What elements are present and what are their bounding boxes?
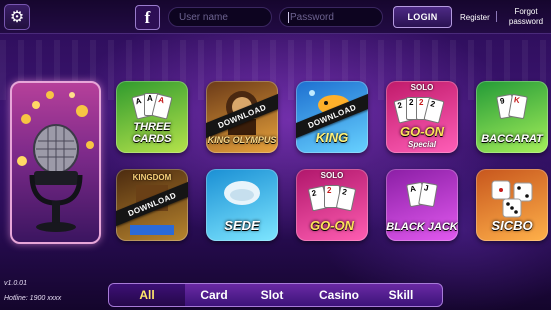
tab-all[interactable]: All [109, 284, 185, 306]
username-input[interactable]: User name [168, 7, 272, 27]
game-tile-kingdom[interactable]: KINGDOM DOWNLOAD [116, 169, 188, 241]
playing-cards-icon: 2 2 2 [296, 183, 368, 213]
password-placeholder: Password [290, 12, 334, 23]
playing-cards-icon: 2 2 2 2 [386, 95, 458, 125]
settings-button[interactable]: ⚙ [4, 4, 30, 30]
username-placeholder: User name [179, 12, 228, 23]
playing-cards-icon: A A A [116, 91, 188, 121]
game-title: GO-ON [399, 124, 445, 139]
game-title: KING OLYMPUS [207, 135, 277, 145]
tab-casino[interactable]: Casino [301, 284, 377, 306]
facebook-icon: f [144, 7, 151, 27]
game-tile-three-cards[interactable]: A A A THREE CARDS [116, 81, 188, 153]
password-input[interactable]: Password [279, 7, 383, 27]
game-title: GO-ON [309, 218, 355, 233]
game-title: BACCARAT [481, 133, 543, 145]
hotline-label: Hotline: 1900 xxxx [4, 295, 62, 302]
solo-label: SOLO [320, 171, 344, 180]
game-tile-sede[interactable]: SEDE [206, 169, 278, 241]
top-bar: ⚙ f User name Password LOGIN Register Fo… [0, 0, 551, 34]
version-label: v1.0.01 [4, 280, 27, 287]
tab-skill[interactable]: Skill [377, 284, 425, 306]
category-nav: All Card Slot Casino Skill [108, 283, 443, 307]
game-tile-sicbo[interactable]: SICBO [476, 169, 548, 241]
header-divider [496, 11, 497, 22]
solo-label: SOLO [410, 83, 434, 92]
tab-slot[interactable]: Slot [243, 284, 301, 306]
game-title: BLACK JACK [386, 221, 458, 233]
featured-game-tile[interactable] [10, 81, 101, 244]
gear-icon: ⚙ [9, 9, 25, 26]
game-tile-king[interactable]: DOWNLOAD KING [296, 81, 368, 153]
game-title: SICBO [491, 218, 533, 233]
game-title: KING [315, 130, 349, 145]
playing-cards-icon: A J [386, 179, 458, 209]
game-title: THREE CARDS [132, 121, 172, 145]
facebook-login-button[interactable]: f [135, 5, 160, 30]
game-tile-king-olympus[interactable]: DOWNLOAD KING OLYMPUS [206, 81, 278, 153]
login-button[interactable]: LOGIN [393, 6, 452, 28]
game-tile-baccarat[interactable]: 9 K BACCARAT [476, 81, 548, 153]
game-tile-go-on[interactable]: SOLO 2 2 2 GO-ON [296, 169, 368, 241]
register-link[interactable]: Register [460, 13, 490, 22]
tab-card[interactable]: Card [185, 284, 243, 306]
game-tile-black-jack[interactable]: A J BLACK JACK [386, 169, 458, 241]
playing-cards-icon: 9 K [476, 91, 548, 121]
game-title: SEDE [224, 218, 260, 233]
forgot-password-link[interactable]: Forgot password [503, 7, 549, 27]
game-tile-go-on-special[interactable]: SOLO 2 2 2 2 GO-ON Special [386, 81, 458, 153]
microphone-icon [17, 91, 94, 232]
game-subtitle: Special [407, 140, 436, 149]
